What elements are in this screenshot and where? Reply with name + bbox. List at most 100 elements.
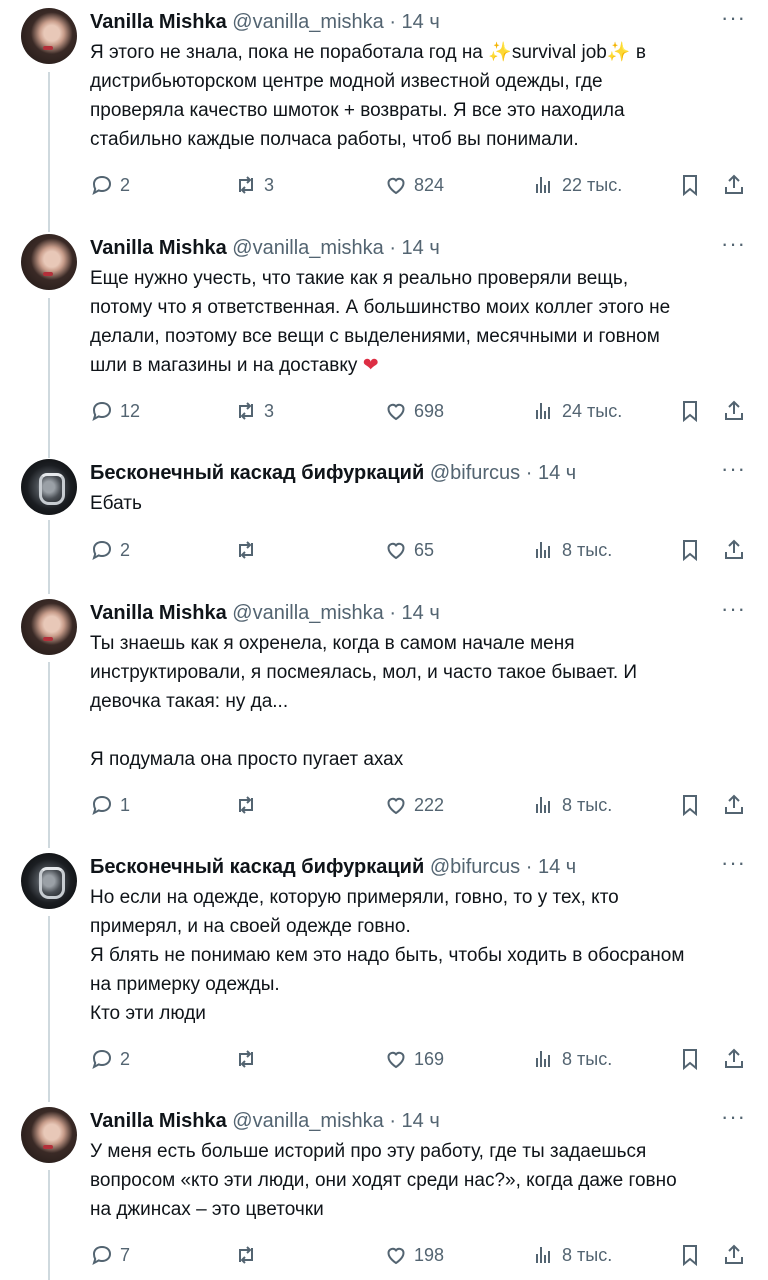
bookmark-icon (683, 540, 697, 562)
avatar[interactable] (21, 8, 77, 64)
author-name[interactable]: Vanilla Mishka (90, 237, 227, 259)
reply-icon (92, 1245, 112, 1266)
like-button[interactable]: 824 (384, 170, 444, 200)
tweet-header: Vanilla Mishka @vanilla_mishka · 14 ч (90, 1107, 440, 1135)
timestamp[interactable]: · 14 ч (526, 462, 576, 484)
author-name[interactable]: Бесконечный каскад бифуркаций (90, 462, 424, 484)
like-button[interactable]: 169 (384, 1044, 444, 1074)
views-button[interactable]: 8 тыс. (532, 1044, 612, 1074)
tweet[interactable]: Vanilla Mishka @vanilla_mishka · 14 ч ··… (0, 233, 768, 439)
tweet[interactable]: Бесконечный каскад бифуркаций @bifurcus … (0, 458, 768, 569)
avatar[interactable] (21, 599, 77, 655)
author-name[interactable]: Vanilla Mishka (90, 602, 227, 624)
bookmark-button[interactable] (678, 396, 702, 426)
reply-button[interactable]: 2 (90, 535, 130, 565)
tweet[interactable]: Vanilla Mishka @vanilla_mishka · 14 ч ··… (0, 1106, 768, 1277)
views-button[interactable]: 22 тыс. (532, 170, 622, 200)
share-icon (725, 539, 743, 559)
reply-count: 2 (120, 1048, 131, 1069)
bookmark-icon (683, 1049, 697, 1071)
like-button[interactable]: 198 (384, 1240, 444, 1270)
bookmark-icon (683, 795, 697, 817)
retweet-button[interactable]: 3 (234, 396, 274, 426)
more-icon[interactable]: ··· (721, 7, 746, 36)
reply-button[interactable]: 7 (90, 1240, 130, 1270)
author-handle[interactable]: @vanilla_mishka (232, 1110, 383, 1132)
like-count: 824 (414, 174, 445, 195)
like-count: 222 (414, 794, 445, 815)
avatar[interactable] (21, 853, 77, 909)
like-button[interactable]: 222 (384, 790, 444, 820)
author-name[interactable]: Бесконечный каскад бифуркаций (90, 856, 424, 878)
more-icon[interactable]: ··· (721, 852, 746, 881)
retweet-button[interactable] (234, 790, 264, 820)
tweet[interactable]: Vanilla Mishka @vanilla_mishka · 14 ч ··… (0, 598, 768, 824)
avatar[interactable] (21, 459, 77, 515)
author-handle[interactable]: @bifurcus (430, 856, 520, 878)
avatar[interactable] (21, 234, 77, 290)
views-icon (536, 542, 550, 558)
more-icon[interactable]: ··· (721, 233, 746, 262)
views-icon (536, 797, 550, 813)
share-button[interactable] (722, 170, 746, 200)
bookmark-button[interactable] (678, 170, 702, 200)
tweet-text: У меня есть больше историй про эту работ… (90, 1141, 677, 1220)
retweet-button[interactable] (234, 1044, 264, 1074)
reply-button[interactable]: 1 (90, 790, 130, 820)
retweet-button[interactable] (234, 1240, 264, 1270)
author-handle[interactable]: @vanilla_mishka (232, 602, 383, 624)
bookmark-icon (683, 401, 697, 423)
views-count: 8 тыс. (562, 1244, 613, 1265)
reply-button[interactable]: 12 (90, 396, 140, 426)
avatar[interactable] (21, 1107, 77, 1163)
author-handle[interactable]: @vanilla_mishka (232, 237, 383, 259)
retweet-icon (239, 176, 253, 194)
tweet-actions: 12 3 698 24 тыс. (0, 396, 768, 426)
more-icon[interactable]: ··· (721, 598, 746, 627)
reply-button[interactable]: 2 (90, 1044, 130, 1074)
more-icon[interactable]: ··· (721, 1106, 746, 1135)
views-button[interactable]: 8 тыс. (532, 790, 612, 820)
views-count: 8 тыс. (562, 1048, 613, 1069)
share-button[interactable] (722, 1240, 746, 1270)
tweet[interactable]: Vanilla Mishka @vanilla_mishka · 14 ч ··… (0, 7, 768, 213)
reply-count: 12 (120, 400, 141, 421)
reply-button[interactable]: 2 (90, 170, 130, 200)
timestamp[interactable]: · 14 ч (389, 1110, 439, 1132)
reply-icon (92, 1049, 112, 1070)
retweet-button[interactable]: 3 (234, 170, 274, 200)
share-button[interactable] (722, 790, 746, 820)
tweet-actions: 2 3 824 22 тыс. (0, 170, 768, 200)
heart-emoji-icon: ❤ (362, 355, 379, 376)
author-handle[interactable]: @vanilla_mishka (232, 11, 383, 33)
share-button[interactable] (722, 396, 746, 426)
timestamp[interactable]: · 14 ч (389, 11, 439, 33)
bookmark-button[interactable] (678, 790, 702, 820)
more-icon[interactable]: ··· (721, 458, 746, 487)
bookmark-button[interactable] (678, 1240, 702, 1270)
share-button[interactable] (722, 1044, 746, 1074)
views-button[interactable]: 8 тыс. (532, 535, 612, 565)
author-handle[interactable]: @bifurcus (430, 462, 520, 484)
tweet-text: Я этого не знала, пока не поработала год… (90, 38, 755, 154)
retweet-button[interactable] (234, 535, 264, 565)
bookmark-button[interactable] (678, 535, 702, 565)
share-icon (725, 400, 743, 420)
share-button[interactable] (722, 535, 746, 565)
tweet-text-part: Я этого не знала, пока не поработала год… (90, 42, 489, 63)
timestamp[interactable]: · 14 ч (389, 602, 439, 624)
like-button[interactable]: 698 (384, 396, 444, 426)
tweet[interactable]: Бесконечный каскад бифуркаций @bifurcus … (0, 852, 768, 1078)
share-icon (725, 794, 743, 814)
timestamp[interactable]: · 14 ч (526, 856, 576, 878)
views-button[interactable]: 24 тыс. (532, 396, 622, 426)
bookmark-button[interactable] (678, 1044, 702, 1074)
like-button[interactable]: 65 (384, 535, 434, 565)
timestamp[interactable]: · 14 ч (389, 237, 439, 259)
retweet-icon (239, 1246, 253, 1264)
author-name[interactable]: Vanilla Mishka (90, 11, 227, 33)
views-button[interactable]: 8 тыс. (532, 1240, 612, 1270)
author-name[interactable]: Vanilla Mishka (90, 1110, 227, 1132)
tweet-text: Но если на одежде, которую примеряли, го… (90, 887, 685, 1024)
bookmark-icon (683, 175, 697, 197)
